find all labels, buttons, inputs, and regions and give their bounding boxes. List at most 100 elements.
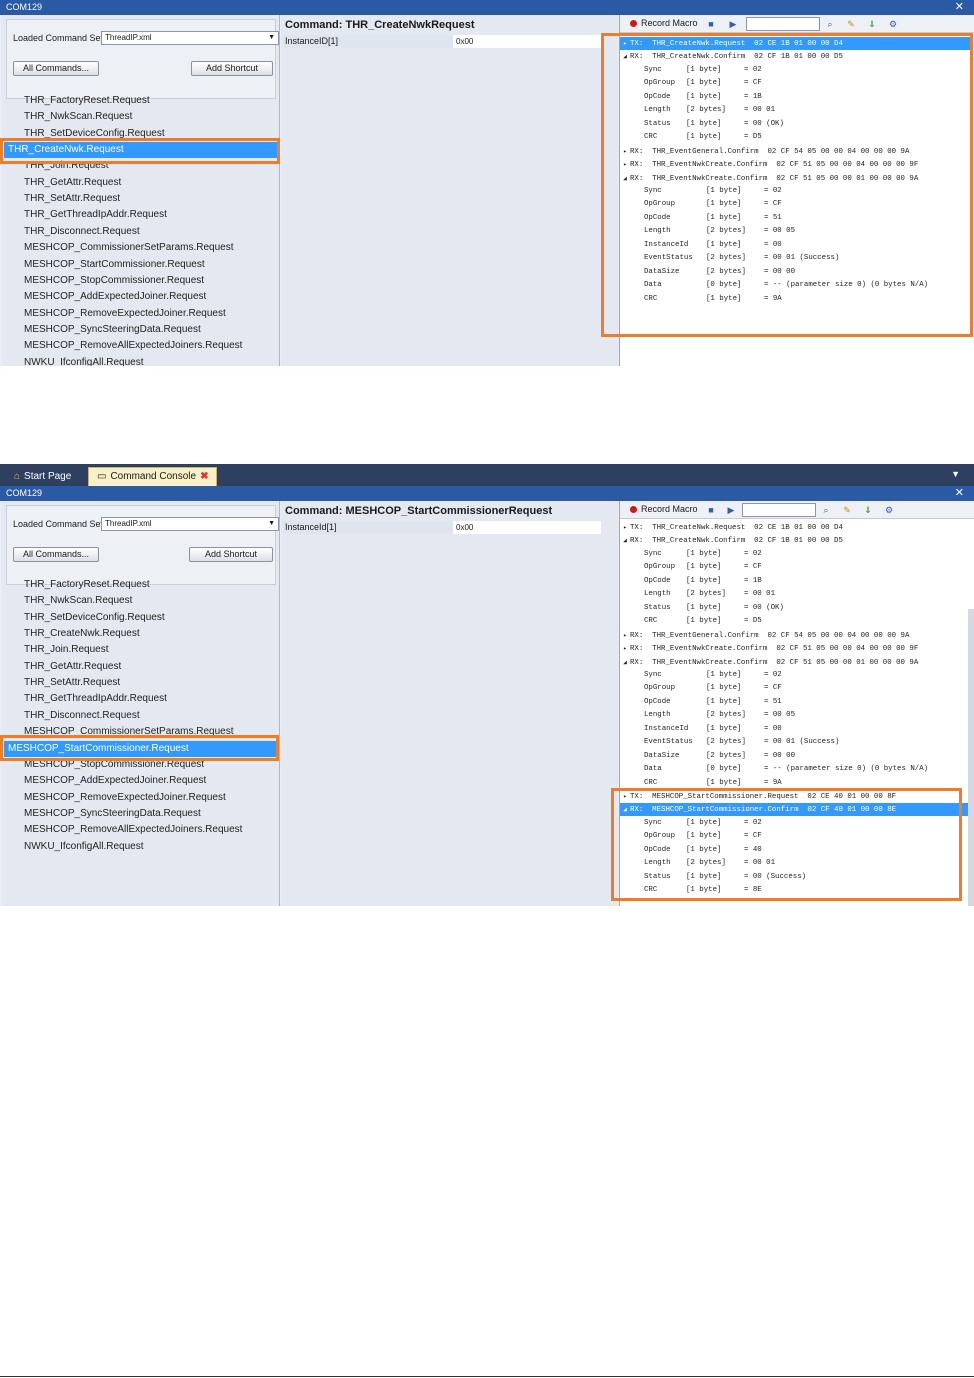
log-field-size: [2 bytes] (686, 859, 726, 868)
log-entry[interactable]: ▸ RX: THR_EventNwkCreate.Confirm 02 CF 51… (620, 642, 970, 655)
settings-icon[interactable]: ⚙ (886, 17, 900, 31)
command-list-item[interactable]: THR_SetDeviceConfig.Request (24, 126, 165, 142)
command-list-item[interactable]: THR_Join.Request (24, 642, 108, 658)
close-icon[interactable]: ✕ (955, 0, 964, 15)
log-entry[interactable]: ▸ RX: THR_EventGeneral.Confirm 02 CF 54 0… (620, 629, 970, 642)
command-list-item[interactable]: MESHCOP_StopCommissioner.Request (24, 757, 204, 773)
stop-icon[interactable]: ■ (704, 17, 718, 31)
stop-icon[interactable]: ■ (704, 503, 718, 517)
record-macro-label[interactable]: Record Macro (641, 18, 698, 28)
command-list-item[interactable]: THR_Join.Request (24, 158, 108, 174)
command-list-item[interactable]: MESHCOP_CommissionerSetParams.Request (24, 724, 234, 740)
command-list-item[interactable]: THR_Disconnect.Request (24, 224, 140, 240)
command-list-item[interactable]: THR_NwkScan.Request (24, 593, 132, 609)
command-list-item[interactable]: MESHCOP_AddExpectedJoiner.Request (24, 289, 206, 305)
command-set-box: Loaded Command Set ThreadIP.xml ▼ All Co… (6, 505, 279, 585)
record-icon[interactable] (630, 20, 637, 27)
command-list-item[interactable]: THR_SetDeviceConfig.Request (24, 610, 165, 626)
log-entry[interactable]: ◢ RX: THR_EventNwkCreate.Confirm 02 CF 51… (620, 656, 970, 669)
log-entry[interactable]: ▸ TX: THR_CreateNwk.Request 02 CE 1B 01 0… (620, 521, 970, 534)
clear-log-icon[interactable]: ✎ (840, 503, 854, 517)
search-icon[interactable]: ⌕ (819, 503, 833, 517)
expand-icon[interactable]: ▸ (620, 642, 630, 655)
command-set-dropdown[interactable]: ThreadIP.xml ▼ (101, 31, 279, 45)
log-scrollbar[interactable] (968, 609, 974, 906)
command-list-item-selected[interactable]: THR_CreateNwk.Request (4, 142, 278, 159)
log-entry[interactable]: ◢ RX: THR_CreateNwk.Confirm 02 CF 1B 01 0… (620, 534, 970, 547)
expand-icon[interactable]: ▸ (620, 521, 630, 534)
close-icon[interactable]: ✕ (955, 486, 964, 501)
command-list-item[interactable]: THR_GetAttr.Request (24, 175, 121, 191)
expand-icon[interactable]: ▸ (620, 158, 630, 171)
record-macro-label[interactable]: Record Macro (641, 504, 698, 514)
parameter-value-input[interactable]: 0x00 (453, 35, 601, 48)
command-list-item[interactable]: NWKU_IfconfigAll.Request (24, 355, 144, 366)
command-list-item[interactable]: THR_GetThreadIpAddr.Request (24, 691, 167, 707)
chevron-down-icon[interactable]: ▼ (951, 469, 960, 479)
collapse-icon[interactable]: ◢ (620, 656, 630, 669)
download-icon[interactable]: ⇓ (861, 503, 875, 517)
command-list-item[interactable]: THR_NwkScan.Request (24, 109, 132, 125)
log-entry[interactable]: ▸ TX: THR_CreateNwk.Request 02 CE 1B 01 0… (620, 37, 970, 50)
command-list-item[interactable]: MESHCOP_StopCommissioner.Request (24, 273, 204, 289)
log-entry[interactable]: ◢ RX: MESHCOP_StartCommissioner.Confirm 0… (620, 803, 970, 817)
command-list-item[interactable]: THR_SetAttr.Request (24, 675, 120, 691)
command-list-item[interactable]: MESHCOP_RemoveExpectedJoiner.Request (24, 790, 226, 806)
tab-command-console[interactable]: ▭ Command Console ✖ (88, 467, 218, 486)
collapse-icon[interactable]: ◢ (620, 50, 630, 63)
download-icon[interactable]: ⇓ (865, 17, 879, 31)
command-list-item[interactable]: MESHCOP_SyncSteeringData.Request (24, 322, 201, 338)
play-icon[interactable]: ▶ (726, 17, 740, 31)
command-list-item[interactable]: MESHCOP_RemoveExpectedJoiner.Request (24, 306, 226, 322)
expand-icon[interactable]: ▸ (620, 37, 630, 50)
command-list-item[interactable]: THR_FactoryReset.Request (24, 577, 150, 593)
command-list-item-selected[interactable]: MESHCOP_StartCommissioner.Request (4, 740, 278, 757)
command-list-item[interactable]: THR_SetAttr.Request (24, 191, 120, 207)
log-field-value: = 00 01 (744, 859, 776, 868)
command-list-item[interactable]: THR_FactoryReset.Request (24, 93, 150, 109)
collapse-icon[interactable]: ◢ (620, 172, 630, 185)
command-list-item[interactable]: MESHCOP_StartCommissioner.Request (24, 257, 205, 273)
parameter-value-input[interactable]: 0x00 (453, 521, 601, 534)
command-list-item[interactable]: MESHCOP_RemoveAllExpectedJoiners.Request (24, 822, 242, 838)
all-commands-button[interactable]: All Commands... (13, 547, 99, 562)
command-list-item[interactable]: MESHCOP_AddExpectedJoiner.Request (24, 773, 206, 789)
collapse-icon[interactable]: ◢ (620, 534, 630, 547)
expand-icon[interactable]: ▸ (620, 145, 630, 158)
collapse-icon[interactable]: ◢ (620, 803, 630, 816)
command-list-item[interactable]: THR_GetThreadIpAddr.Request (24, 207, 167, 223)
clear-log-icon[interactable]: ✎ (844, 17, 858, 31)
command-set-dropdown[interactable]: ThreadIP.xml ▼ (101, 517, 279, 531)
log-entry[interactable]: ▸ RX: THR_EventNwkCreate.Confirm 02 CF 51… (620, 158, 970, 171)
expand-icon[interactable]: ▸ (620, 629, 630, 642)
command-list-item[interactable]: THR_GetAttr.Request (24, 659, 121, 675)
command-list-item[interactable]: THR_CreateNwk.Request (24, 626, 140, 642)
play-icon[interactable]: ▶ (724, 503, 738, 517)
command-list-item[interactable]: MESHCOP_CommissionerSetParams.Request (24, 240, 234, 256)
log-entry[interactable]: ◢ RX: THR_EventNwkCreate.Confirm 02 CF 51… (620, 172, 970, 185)
command-list-item[interactable]: MESHCOP_RemoveAllExpectedJoiners.Request (24, 338, 242, 354)
log-entry[interactable]: ▸ RX: THR_EventGeneral.Confirm 02 CF 54 0… (620, 145, 970, 158)
all-commands-button[interactable]: All Commands... (13, 61, 99, 76)
log-field-name: DataSize (644, 267, 680, 276)
log-search-input[interactable] (742, 503, 816, 517)
log-field-row: DataSize [2 bytes] = 00 00 (644, 266, 974, 279)
record-icon[interactable] (630, 506, 637, 513)
command-list-item[interactable]: THR_Disconnect.Request (24, 708, 140, 724)
log-field-size: [1 byte] (686, 576, 722, 585)
close-tab-icon[interactable]: ✖ (200, 468, 208, 486)
home-icon: ⌂ (14, 470, 21, 482)
search-icon[interactable]: ⌕ (823, 17, 837, 31)
settings-icon[interactable]: ⚙ (882, 503, 896, 517)
log-field-row: Sync [1 byte] = 02 (644, 185, 974, 198)
expand-icon[interactable]: ▸ (620, 790, 630, 803)
tab-start-page[interactable]: ⌂ Start Page (6, 467, 79, 486)
add-shortcut-button[interactable]: Add Shortcut (191, 61, 273, 76)
command-list-item[interactable]: NWKU_IfconfigAll.Request (24, 839, 144, 855)
command-list-item[interactable]: MESHCOP_SyncSteeringData.Request (24, 806, 201, 822)
add-shortcut-button[interactable]: Add Shortcut (189, 547, 273, 562)
log-entry[interactable]: ◢ RX: THR_CreateNwk.Confirm 02 CF 1B 01 0… (620, 50, 970, 63)
log-field-row: Length [2 bytes] = 00 05 (644, 709, 974, 722)
log-entry[interactable]: ▸ TX: MESHCOP_StartCommissioner.Request 0… (620, 790, 970, 803)
log-search-input[interactable] (746, 17, 820, 31)
